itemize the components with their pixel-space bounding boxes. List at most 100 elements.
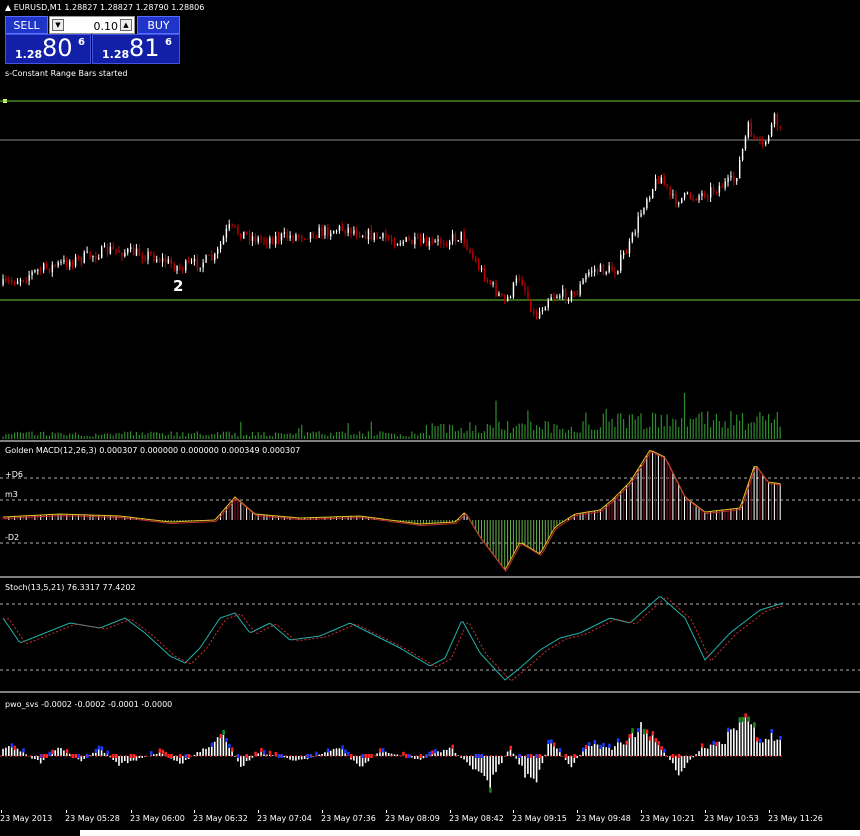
pwo-marker — [715, 741, 718, 746]
candle-body — [170, 259, 172, 265]
lot-decrease-button[interactable]: ▼ — [52, 19, 64, 31]
pwo-marker — [558, 748, 562, 753]
candle-body — [768, 136, 770, 142]
candle-body — [217, 248, 219, 254]
pwo-marker — [379, 748, 382, 753]
candle-body — [199, 267, 201, 269]
stoch-title: Stoch(13,5,21) 76.3317 77.4202 — [5, 583, 136, 592]
candle-body — [248, 233, 251, 242]
candle-body — [681, 197, 683, 203]
candle-body — [652, 189, 654, 198]
lot-size-stepper[interactable]: ▼ ▲ — [49, 16, 135, 34]
candle-body — [457, 240, 460, 242]
candle-body — [22, 280, 25, 282]
candle-body — [689, 192, 692, 199]
pwo-marker — [663, 748, 666, 753]
lot-increase-button[interactable]: ▲ — [120, 19, 132, 31]
pwo-marker — [219, 734, 222, 739]
candle-body — [277, 236, 280, 241]
candle-body — [498, 293, 500, 296]
pwo-marker — [167, 754, 170, 758]
pwo-marker — [625, 740, 628, 745]
pwo-marker — [434, 749, 437, 754]
candle-body — [179, 266, 181, 269]
sell-quote-fraction: 6 — [78, 37, 85, 48]
pwo-canvas — [0, 713, 785, 793]
pwo-marker — [97, 745, 101, 750]
candle-body — [19, 280, 22, 282]
candle-body — [289, 235, 291, 239]
price-chart-canvas[interactable] — [0, 0, 860, 440]
candle-body — [478, 261, 480, 270]
scrollbar-strip[interactable] — [80, 830, 860, 836]
candle-body — [51, 264, 54, 273]
pwo-extreme-marker — [222, 729, 225, 735]
candle-body — [280, 233, 283, 241]
main-chart-pane[interactable]: ▲ EURUSD,M1 1.28827 1.28827 1.28790 1.28… — [0, 0, 860, 440]
candle-body — [324, 226, 326, 236]
candle-body — [556, 297, 558, 299]
candle-body — [37, 270, 39, 272]
candle-body — [480, 268, 483, 270]
pwo-marker — [584, 744, 588, 749]
time-tick-label: 23 May 08:09 — [385, 814, 440, 823]
pwo-extreme-marker — [747, 716, 750, 722]
status-message: s-Constant Range Bars started — [5, 69, 128, 78]
buy-quote-prefix: 1.28 — [102, 48, 130, 61]
candle-body — [350, 227, 352, 234]
candle-body — [388, 238, 390, 240]
buy-quote[interactable]: 1.28 81 6 — [92, 34, 180, 64]
pwo-marker — [602, 742, 605, 747]
pwo-marker — [550, 739, 553, 744]
lot-size-input[interactable] — [68, 18, 120, 34]
time-tick-mark — [1, 810, 2, 813]
pwo-marker — [593, 739, 597, 744]
buy-button[interactable]: BUY — [137, 16, 180, 34]
candle-body — [77, 256, 80, 258]
candle-body — [54, 264, 56, 266]
macd-pane[interactable]: Golden MACD(12,26,3) 0.000307 0.000000 0… — [0, 442, 860, 576]
candle-body — [408, 237, 410, 241]
candle-body — [95, 256, 97, 259]
pwo-marker — [628, 734, 631, 739]
candle-body — [437, 239, 439, 242]
pwo-marker — [268, 750, 272, 755]
pwo-marker — [344, 749, 347, 754]
candle-body — [63, 259, 65, 262]
candle-body — [25, 280, 27, 282]
candle-body — [182, 268, 184, 271]
pwo-pane[interactable]: pwo_svs -0.0002 -0.0002 -0.0001 -0.0000 — [0, 693, 860, 810]
candle-body — [596, 269, 599, 272]
pwo-marker — [100, 746, 104, 751]
stoch-pane[interactable]: Stoch(13,5,21) 76.3317 77.4202 — [0, 578, 860, 691]
pwo-marker — [326, 748, 330, 753]
candle-body — [530, 298, 532, 312]
candle-body — [304, 238, 306, 240]
macd-canvas — [0, 449, 860, 572]
candle-body — [309, 232, 312, 239]
pwo-marker — [231, 747, 234, 752]
candle-body — [243, 231, 245, 239]
time-tick-mark — [386, 810, 387, 813]
candle-body — [469, 249, 471, 253]
candle-body — [382, 232, 384, 238]
candle-body — [370, 229, 373, 240]
time-tick-label: 23 May 10:53 — [704, 814, 759, 823]
candle-body — [347, 227, 349, 233]
candle-body — [263, 239, 265, 242]
candle-body — [66, 259, 68, 267]
pwo-marker — [547, 739, 550, 744]
pwo-marker — [770, 728, 773, 733]
candle-body — [156, 259, 158, 262]
candle-body — [333, 230, 335, 234]
sell-button[interactable]: SELL — [5, 16, 48, 34]
pwo-marker — [645, 729, 649, 734]
sell-quote[interactable]: 1.28 80 6 — [5, 34, 91, 64]
pwo-marker — [451, 744, 454, 749]
pwo-marker — [225, 738, 228, 743]
pwo-marker — [13, 745, 17, 750]
pwo-extreme-marker — [741, 716, 744, 722]
candle-body — [405, 237, 407, 242]
pwo-marker — [112, 754, 115, 758]
pwo-marker — [315, 751, 318, 756]
